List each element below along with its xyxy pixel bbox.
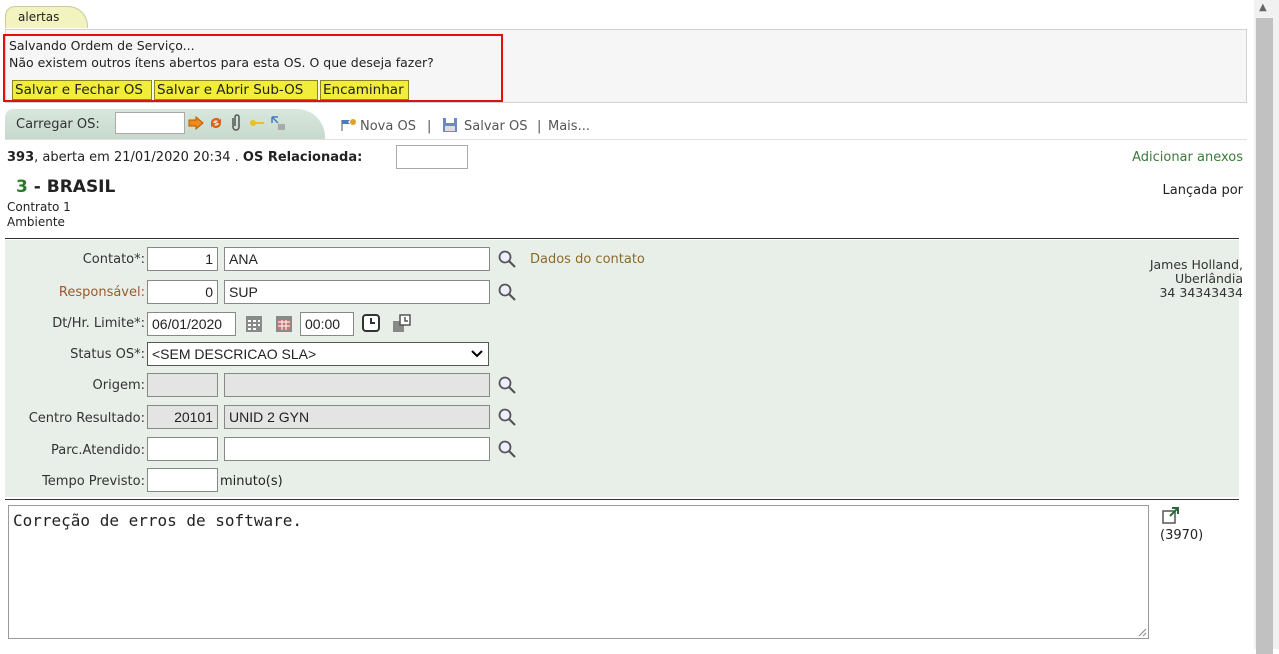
search-icon[interactable] bbox=[497, 282, 517, 302]
client-name: - BRASIL bbox=[27, 177, 116, 197]
contato-name-input[interactable]: ANA bbox=[224, 247, 490, 271]
address-name: James Holland, bbox=[1149, 257, 1243, 272]
centro-name-input[interactable]: UNID 2 GYN bbox=[224, 405, 490, 429]
scrollbar-thumb[interactable] bbox=[1256, 18, 1273, 654]
calendar-icon[interactable] bbox=[244, 314, 264, 334]
save-open-sub-os-button[interactable]: Salvar e Abrir Sub-OS bbox=[154, 80, 318, 100]
add-attachments-link[interactable]: Adicionar anexos bbox=[1132, 150, 1243, 165]
expand-window-icon[interactable] bbox=[270, 115, 286, 131]
limite-label: Dt/Hr. Limite*: bbox=[52, 316, 145, 331]
header-divider bbox=[5, 238, 1239, 239]
more-link[interactable]: Mais... bbox=[548, 119, 590, 134]
origem-name-input[interactable] bbox=[224, 373, 490, 397]
refresh-icon[interactable] bbox=[208, 115, 224, 131]
new-os-icon bbox=[341, 119, 356, 131]
address-city: Uberlândia bbox=[1174, 271, 1243, 286]
contato-code-input[interactable]: 1 bbox=[147, 247, 218, 271]
form-divider bbox=[5, 499, 1239, 500]
os-number: 393 bbox=[7, 150, 35, 165]
os-info-line: 393, aberta em 21/01/2020 20:34 . OS Rel… bbox=[7, 150, 362, 165]
contract-info: Contrato 1 Ambiente bbox=[7, 200, 71, 230]
calendar-range-icon[interactable] bbox=[274, 314, 294, 334]
related-os-input[interactable] bbox=[396, 145, 468, 169]
save-os-icon bbox=[443, 118, 457, 132]
responsavel-name-input[interactable]: SUP bbox=[224, 280, 490, 304]
tab-alertas-label: alertas bbox=[18, 10, 60, 24]
expand-icon[interactable] bbox=[1161, 505, 1181, 525]
toolbar-divider bbox=[5, 139, 1247, 140]
origem-code-input[interactable] bbox=[147, 373, 218, 397]
character-counter: (3970) bbox=[1160, 528, 1204, 543]
client-number: 3 bbox=[16, 177, 28, 197]
responsavel-label: Responsável: bbox=[58, 285, 145, 300]
centro-resultado-label: Centro Resultado: bbox=[28, 411, 145, 426]
save-close-os-button[interactable]: Salvar e Fechar OS bbox=[12, 80, 152, 100]
os-related-label: OS Relacionada: bbox=[242, 150, 363, 165]
alert-message-body: Não existem outros ítens abertos para es… bbox=[9, 55, 434, 70]
description-textarea[interactable]: Correção de erros de software. bbox=[8, 505, 1149, 639]
limit-time-input[interactable]: 00:00 bbox=[300, 312, 354, 336]
responsavel-code-input[interactable]: 0 bbox=[147, 280, 218, 304]
scroll-up-arrow[interactable]: ▲ bbox=[1259, 2, 1267, 13]
load-os-input[interactable] bbox=[115, 112, 185, 134]
load-os-label: Carregar OS: bbox=[16, 117, 100, 132]
parc-code-input[interactable] bbox=[147, 437, 218, 461]
contato-label: Contato*: bbox=[82, 252, 145, 267]
tempo-previsto-label: Tempo Previsto: bbox=[42, 474, 145, 489]
centro-code-input[interactable]: 20101 bbox=[147, 405, 218, 429]
client-title: 3 - BRASIL bbox=[16, 177, 115, 197]
environment-label: Ambiente bbox=[7, 215, 65, 229]
tab-alertas[interactable]: alertas bbox=[5, 6, 88, 28]
os-opened-text: , aberta em 21/01/2020 20:34 . bbox=[34, 150, 243, 165]
contact-data-link[interactable]: Dados do contato bbox=[530, 252, 645, 267]
limit-date-input[interactable]: 06/01/2020 bbox=[147, 312, 236, 336]
status-select[interactable]: <SEM DESCRICAO SLA> bbox=[147, 342, 489, 366]
forward-button[interactable]: Encaminhar bbox=[320, 80, 409, 100]
arrow-right-icon[interactable] bbox=[188, 116, 204, 130]
contact-address: James Holland, Uberlândia 34 34343434 bbox=[1150, 258, 1243, 300]
search-icon[interactable] bbox=[497, 249, 517, 269]
toolbar-separator: | bbox=[427, 119, 432, 134]
search-icon[interactable] bbox=[497, 439, 517, 459]
parc-name-input[interactable] bbox=[224, 437, 490, 461]
alert-message-title: Salvando Ordem de Serviço... bbox=[9, 38, 195, 53]
search-icon[interactable] bbox=[497, 407, 517, 427]
tempo-unit-label: minuto(s) bbox=[220, 474, 283, 489]
status-selected-value: <SEM DESCRICAO SLA> bbox=[152, 346, 317, 362]
new-os-link[interactable]: Nova OS bbox=[360, 119, 416, 134]
key-icon[interactable] bbox=[249, 118, 265, 128]
address-phone: 34 34343434 bbox=[1159, 285, 1243, 300]
origem-label: Origem: bbox=[92, 378, 145, 393]
parc-atendido-label: Parc.Atendido: bbox=[50, 443, 145, 458]
chevron-down-icon[interactable] bbox=[470, 348, 484, 360]
toolbar-separator-2: | bbox=[537, 119, 542, 134]
resize-handle-icon[interactable] bbox=[1137, 627, 1147, 637]
status-label: Status OS*: bbox=[70, 347, 145, 362]
save-os-link[interactable]: Salvar OS bbox=[464, 119, 527, 134]
tempo-previsto-input[interactable] bbox=[147, 468, 218, 492]
clock-icon[interactable] bbox=[361, 313, 381, 333]
time-schedule-icon[interactable] bbox=[391, 312, 413, 334]
contract-label: Contrato 1 bbox=[7, 200, 71, 214]
attachment-icon[interactable] bbox=[229, 114, 243, 132]
search-icon[interactable] bbox=[497, 375, 517, 395]
launched-by-label: Lançada por bbox=[1162, 183, 1243, 198]
